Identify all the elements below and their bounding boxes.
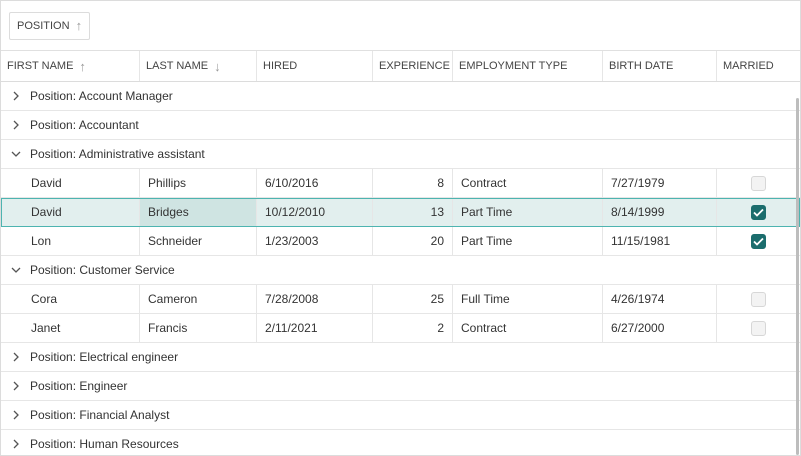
group-panel: POSITION ↑	[1, 1, 800, 51]
married-checkbox[interactable]	[751, 204, 766, 220]
column-header-experience[interactable]: EXPERIENCE	[373, 51, 453, 81]
group-row-customer-service[interactable]: Position: Customer Service	[1, 256, 800, 285]
group-row-human-resources[interactable]: Position: Human Resources	[1, 430, 800, 454]
column-header-label: EMPLOYMENT TYPE	[459, 60, 568, 72]
column-header-label: FIRST NAME	[7, 60, 74, 72]
data-grid: POSITION ↑ FIRST NAME ↑ LAST NAME ↓ HIRE…	[0, 0, 801, 456]
cell-married[interactable]	[717, 169, 800, 197]
group-row-label: Position: Administrative assistant	[30, 147, 205, 161]
cell-first-name[interactable]: Cora	[1, 285, 140, 313]
group-row-engineer[interactable]: Position: Engineer	[1, 372, 800, 401]
chevron-right-icon[interactable]	[9, 120, 23, 130]
group-row-label: Position: Customer Service	[30, 263, 175, 277]
grid-body: Position: Account Manager Position: Acco…	[1, 82, 800, 454]
sort-desc-icon: ↓	[214, 58, 221, 74]
cell-hired[interactable]: 1/23/2003	[257, 227, 373, 255]
column-header-label: EXPERIENCE	[379, 60, 450, 72]
cell-last-name[interactable]: Phillips	[140, 169, 257, 197]
column-header-label: HIRED	[263, 60, 298, 72]
cell-hired[interactable]: 7/28/2008	[257, 285, 373, 313]
cell-experience[interactable]: 25	[373, 285, 453, 313]
group-row-electrical-engineer[interactable]: Position: Electrical engineer	[1, 343, 800, 372]
married-checkbox[interactable]	[751, 175, 766, 191]
chevron-right-icon[interactable]	[9, 439, 23, 449]
cell-married[interactable]	[717, 314, 800, 342]
column-header-label: BIRTH DATE	[609, 60, 674, 72]
group-row-administrative-assistant[interactable]: Position: Administrative assistant	[1, 140, 800, 169]
chevron-right-icon[interactable]	[9, 410, 23, 420]
group-row-label: Position: Human Resources	[30, 437, 179, 451]
table-row[interactable]: Janet Francis 2/11/2021 2 Contract 6/27/…	[1, 314, 800, 343]
cell-married[interactable]	[717, 198, 800, 226]
group-row-financial-analyst[interactable]: Position: Financial Analyst	[1, 401, 800, 430]
cell-first-name[interactable]: Lon	[1, 227, 140, 255]
cell-hired[interactable]: 6/10/2016	[257, 169, 373, 197]
cell-birth-date[interactable]: 6/27/2000	[603, 314, 717, 342]
cell-birth-date[interactable]: 4/26/1974	[603, 285, 717, 313]
cell-first-name[interactable]: Janet	[1, 314, 140, 342]
column-header-label: LAST NAME	[146, 60, 209, 72]
cell-hired[interactable]: 10/12/2010	[257, 198, 373, 226]
column-header-last-name[interactable]: LAST NAME ↓	[140, 51, 257, 81]
table-row-selected[interactable]: David Bridges 10/12/2010 13 Part Time 8/…	[1, 198, 800, 227]
cell-married[interactable]	[717, 285, 800, 313]
group-row-label: Position: Account Manager	[30, 89, 173, 103]
group-row-label: Position: Engineer	[30, 379, 128, 393]
cell-employment-type[interactable]: Full Time	[453, 285, 603, 313]
cell-experience[interactable]: 8	[373, 169, 453, 197]
cell-experience[interactable]: 2	[373, 314, 453, 342]
chevron-down-icon[interactable]	[9, 150, 23, 158]
column-header-employment-type[interactable]: EMPLOYMENT TYPE	[453, 51, 603, 81]
column-header-hired[interactable]: HIRED	[257, 51, 373, 81]
married-checkbox[interactable]	[751, 320, 766, 336]
group-chip-label: POSITION	[17, 19, 70, 32]
sort-asc-icon: ↑	[79, 58, 86, 74]
table-row[interactable]: David Phillips 6/10/2016 8 Contract 7/27…	[1, 169, 800, 198]
married-checkbox[interactable]	[751, 291, 766, 307]
cell-first-name[interactable]: David	[1, 198, 140, 226]
cell-last-name[interactable]: Cameron	[140, 285, 257, 313]
cell-employment-type[interactable]: Part Time	[453, 227, 603, 255]
cell-married[interactable]	[717, 227, 800, 255]
group-chip-position[interactable]: POSITION ↑	[9, 11, 91, 40]
cell-first-name[interactable]: David	[1, 169, 140, 197]
column-header-birth-date[interactable]: BIRTH DATE	[603, 51, 717, 81]
group-row-label: Position: Electrical engineer	[30, 350, 179, 364]
table-row[interactable]: Lon Schneider 1/23/2003 20 Part Time 11/…	[1, 227, 800, 256]
vertical-scrollbar[interactable]	[796, 98, 799, 455]
cell-employment-type[interactable]: Contract	[453, 169, 603, 197]
cell-birth-date[interactable]: 8/14/1999	[603, 198, 717, 226]
cell-birth-date[interactable]: 7/27/1979	[603, 169, 717, 197]
chevron-down-icon[interactable]	[9, 266, 23, 274]
sort-asc-icon: ↑	[75, 18, 83, 33]
group-row-accountant[interactable]: Position: Accountant	[1, 111, 800, 140]
column-header-first-name[interactable]: FIRST NAME ↑	[1, 51, 140, 81]
column-header-married[interactable]: MARRIED	[717, 51, 800, 81]
cell-employment-type[interactable]: Contract	[453, 314, 603, 342]
cell-hired[interactable]: 2/11/2021	[257, 314, 373, 342]
cell-last-name[interactable]: Francis	[140, 314, 257, 342]
chevron-right-icon[interactable]	[9, 91, 23, 101]
chevron-right-icon[interactable]	[9, 381, 23, 391]
cell-employment-type[interactable]: Part Time	[453, 198, 603, 226]
cell-experience[interactable]: 13	[373, 198, 453, 226]
group-row-account-manager[interactable]: Position: Account Manager	[1, 82, 800, 111]
cell-last-name[interactable]: Schneider	[140, 227, 257, 255]
cell-last-name-focused[interactable]: Bridges	[140, 198, 257, 226]
group-row-label: Position: Financial Analyst	[30, 408, 170, 422]
cell-experience[interactable]: 20	[373, 227, 453, 255]
table-row[interactable]: Cora Cameron 7/28/2008 25 Full Time 4/26…	[1, 285, 800, 314]
chevron-right-icon[interactable]	[9, 352, 23, 362]
header-row: FIRST NAME ↑ LAST NAME ↓ HIRED EXPERIENC…	[1, 51, 800, 82]
column-header-label: MARRIED	[723, 60, 774, 72]
cell-birth-date[interactable]: 11/15/1981	[603, 227, 717, 255]
married-checkbox[interactable]	[751, 233, 766, 249]
group-row-label: Position: Accountant	[30, 118, 139, 132]
